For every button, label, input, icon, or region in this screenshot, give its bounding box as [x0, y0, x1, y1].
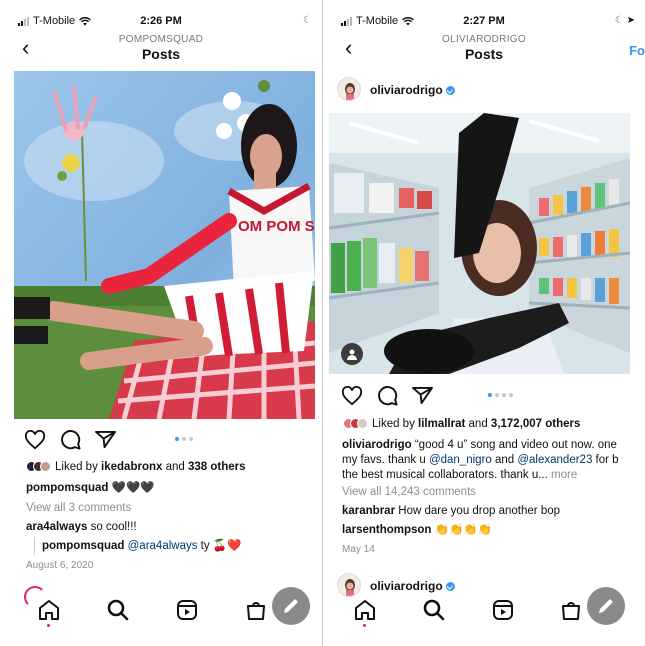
liker-username[interactable]: lilmallrat — [418, 418, 465, 430]
left-phone-screen: T-Mobile 2:26 PM ☾ ‹ POMPOMSQUAD Posts O… — [0, 0, 322, 646]
reply-bar — [34, 537, 35, 555]
search-icon[interactable] — [422, 598, 446, 622]
mention-link[interactable]: @dan_nigro — [429, 454, 492, 466]
liker-avatars — [343, 418, 368, 430]
home-notification-dot — [363, 624, 366, 627]
caption-username[interactable]: pompomsquad — [26, 482, 108, 494]
share-icon[interactable] — [412, 386, 433, 405]
shop-icon[interactable] — [244, 598, 268, 622]
home-icon[interactable] — [37, 598, 61, 622]
avatar[interactable] — [337, 77, 361, 101]
home-notification-dot — [47, 624, 50, 627]
caption: oliviarodrigo “good 4 u” song and video … — [342, 439, 617, 451]
moon-icon: ☾ — [303, 15, 312, 26]
clock: 2:27 PM — [463, 15, 505, 27]
comment-icon[interactable] — [60, 429, 81, 450]
status-bar: T-Mobile 2:26 PM ☾ — [0, 14, 322, 30]
post-actions — [341, 385, 433, 406]
more-link[interactable]: more — [548, 469, 577, 481]
home-icon[interactable] — [353, 598, 377, 622]
post-date: August 6, 2020 — [26, 560, 94, 571]
caption-line-3: the best musical collaborators. thank u.… — [342, 469, 578, 481]
post-photo[interactable]: OM POM SQU — [14, 71, 315, 419]
page-title: Posts — [141, 46, 181, 62]
location-icon: ➤ — [626, 15, 635, 26]
tagged-user-icon[interactable] — [341, 343, 363, 365]
heart-icon[interactable] — [24, 429, 46, 450]
search-icon[interactable] — [106, 598, 130, 622]
comment-username[interactable]: pompomsquad — [42, 540, 124, 552]
caption: pompomsquad 🖤🖤🖤 — [26, 481, 155, 496]
likes-count[interactable]: 3,172,007 others — [491, 418, 581, 430]
comment: karanbrar How dare you drop another bop — [342, 505, 561, 517]
liker-username[interactable]: ikedabronx — [101, 461, 162, 473]
next-post-username[interactable]: oliviarodrigo — [370, 579, 443, 593]
post-author-username[interactable]: oliviarodrigo — [370, 83, 443, 97]
shirt-text: OM POM SQU — [238, 218, 315, 235]
reels-icon[interactable] — [491, 598, 515, 622]
reels-icon[interactable] — [175, 598, 199, 622]
pencil-icon[interactable] — [587, 587, 625, 625]
carousel-dots — [488, 393, 513, 397]
comment-username[interactable]: larsenthompson — [342, 524, 431, 536]
comment-username[interactable]: karanbrar — [342, 505, 395, 517]
status-right-icons: ☾ ➤ — [615, 15, 635, 26]
moon-icon: ☾ — [614, 15, 624, 26]
comment-username[interactable]: ara4always — [26, 521, 87, 533]
follow-button[interactable]: Fo — [629, 43, 645, 58]
post-date: May 14 — [342, 544, 375, 555]
right-phone-screen: T-Mobile 2:27 PM ☾ ➤ ‹ OLIVIARODRIGO Pos… — [323, 0, 645, 646]
page-header: ‹ POMPOMSQUAD Posts — [0, 33, 322, 65]
view-comments-link[interactable]: View all 14,243 comments — [342, 485, 476, 500]
page-header: ‹ OLIVIARODRIGO Posts Fo — [323, 33, 645, 65]
mention-link[interactable]: @alexander23 — [517, 454, 592, 466]
view-comments-link[interactable]: View all 3 comments — [26, 501, 131, 516]
post-actions — [24, 429, 116, 450]
comment: ara4always so cool!!! — [26, 521, 137, 533]
liker-avatars — [26, 461, 51, 473]
likes-count[interactable]: 338 others — [188, 461, 246, 473]
verified-icon — [445, 582, 455, 592]
header-username: POMPOMSQUAD — [118, 34, 204, 45]
caption-line-2: my favs. thank u @dan_nigro and @alexand… — [342, 454, 619, 466]
pencil-icon[interactable] — [272, 587, 310, 625]
header-username: OLIVIARODRIGO — [442, 34, 526, 45]
likes-line: Liked by lilmallrat and 3,172,007 others — [343, 417, 580, 432]
page-title: Posts — [464, 46, 504, 62]
share-icon[interactable] — [95, 430, 116, 449]
likes-line: Liked by ikedabronx and 338 others — [26, 460, 246, 475]
caption-username[interactable]: oliviarodrigo — [342, 439, 412, 451]
comment-icon[interactable] — [377, 385, 398, 406]
comment: larsenthompson 👏👏👏👏 — [342, 524, 492, 536]
post-photo[interactable] — [329, 113, 630, 374]
carousel-dots — [175, 437, 193, 441]
status-bar: T-Mobile 2:27 PM ☾ ➤ — [323, 14, 645, 30]
caption-text: 🖤🖤🖤 — [111, 482, 155, 494]
heart-icon[interactable] — [341, 385, 363, 406]
clock: 2:26 PM — [140, 15, 182, 27]
shop-icon[interactable] — [559, 598, 583, 622]
post-author: oliviarodrigo — [370, 83, 455, 98]
verified-icon — [445, 86, 455, 96]
mention-link[interactable]: @ara4always — [128, 540, 198, 552]
comment-reply: pompomsquad @ara4always ty 🍒❤️ — [42, 540, 242, 552]
